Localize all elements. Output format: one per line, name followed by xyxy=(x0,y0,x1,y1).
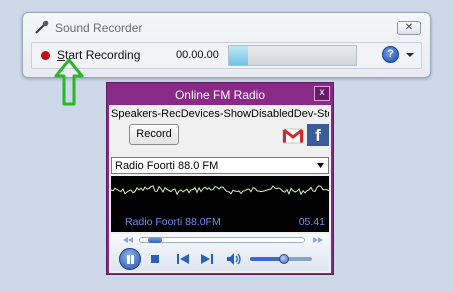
sound-recorder-title: Sound Recorder xyxy=(55,21,143,35)
gmail-icon[interactable] xyxy=(282,125,304,147)
chevron-down-icon[interactable] xyxy=(404,49,416,61)
chevron-down-icon xyxy=(317,163,324,168)
microphone-icon xyxy=(35,20,49,34)
sound-recorder-panel: Start Recording 00.00.00 ? xyxy=(31,42,422,69)
record-dot-icon xyxy=(41,51,50,60)
play-time: 05.41 xyxy=(298,216,325,228)
seek-thumb[interactable] xyxy=(148,237,162,243)
fm-radio-titlebar[interactable]: Online FM Radio x xyxy=(107,83,333,105)
station-select[interactable]: Radio Foorti 88.0 FM xyxy=(111,157,329,174)
fm-close-button[interactable]: x xyxy=(314,86,330,101)
fast-forward-icon[interactable] xyxy=(313,237,323,243)
rewind-icon[interactable] xyxy=(123,237,133,243)
speaker-icon[interactable] xyxy=(226,252,242,266)
audio-visualizer: Radio Foorti 88.0FM 05.41 xyxy=(111,176,329,232)
waveform xyxy=(111,185,329,196)
sound-recorder-titlebar[interactable]: Sound Recorder ✕ xyxy=(23,13,430,39)
next-icon[interactable] xyxy=(201,254,213,264)
recording-time: 00.00.00 xyxy=(176,49,219,61)
level-meter xyxy=(228,45,357,66)
facebook-icon[interactable]: f xyxy=(307,124,329,146)
previous-icon[interactable] xyxy=(177,254,189,264)
level-meter-fill xyxy=(229,46,249,65)
close-button[interactable]: ✕ xyxy=(397,21,421,35)
stop-icon[interactable] xyxy=(151,255,159,263)
help-icon[interactable]: ? xyxy=(382,46,399,63)
recording-device-label: Speakers-RecDevices-ShowDisabledDev-Ster… xyxy=(111,108,329,120)
now-playing-station: Radio Foorti 88.0FM xyxy=(125,216,221,228)
seek-bar[interactable] xyxy=(139,237,305,243)
up-arrow-icon xyxy=(54,58,84,106)
station-select-value: Radio Foorti 88.0 FM xyxy=(115,160,219,172)
fm-radio-title: Online FM Radio xyxy=(174,88,266,102)
volume-slider[interactable] xyxy=(250,254,312,264)
fm-radio-body: Speakers-RecDevices-ShowDisabledDev-Ster… xyxy=(109,105,331,273)
player-controls xyxy=(111,234,329,271)
volume-thumb[interactable] xyxy=(279,254,290,264)
record-button[interactable]: Record xyxy=(129,124,179,145)
fm-radio-window: Online FM Radio x Speakers-RecDevices-Sh… xyxy=(106,82,334,275)
pause-icon[interactable] xyxy=(119,248,141,270)
start-recording-button[interactable]: Start Recording xyxy=(32,43,162,68)
